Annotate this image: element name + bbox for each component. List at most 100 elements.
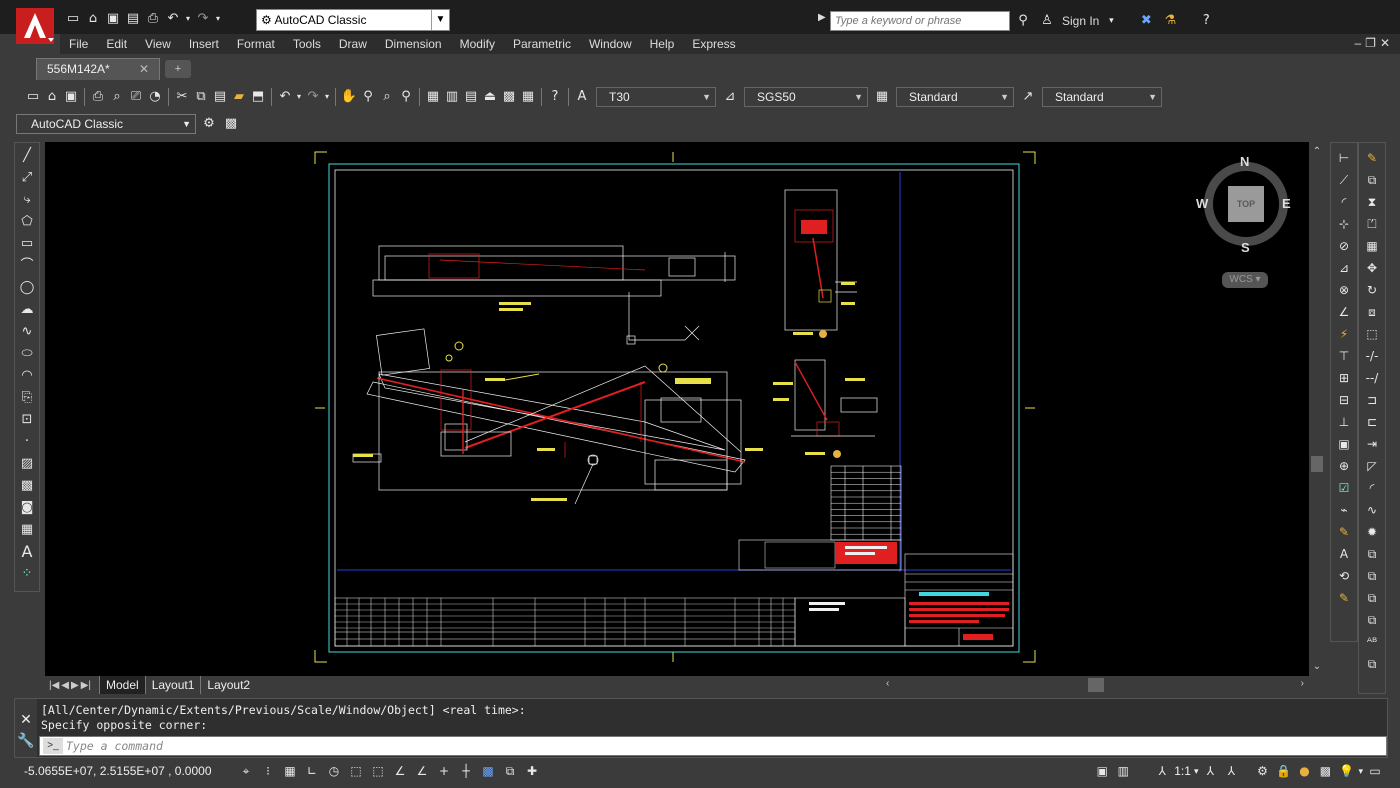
compass-south[interactable]: S — [1241, 240, 1250, 255]
circle-icon[interactable]: ◯ — [17, 279, 37, 298]
chevron-down-icon[interactable]: ▼ — [431, 10, 449, 30]
scroll-right-icon[interactable]: › — [1301, 678, 1304, 689]
menu-window[interactable]: Window — [580, 34, 641, 54]
open-icon[interactable]: ⌂ — [84, 10, 102, 28]
open-icon[interactable]: ⌂ — [43, 88, 61, 106]
annotation-scale[interactable]: 1:1 — [1174, 764, 1191, 778]
arc-icon[interactable]: ⌒ — [17, 257, 37, 276]
line-icon[interactable]: ╱ — [17, 147, 37, 166]
revision-cloud-icon[interactable]: ☁ — [17, 301, 37, 320]
new-tab-button[interactable]: + — [165, 60, 191, 78]
menu-dimension[interactable]: Dimension — [376, 34, 451, 54]
compass-west[interactable]: W — [1196, 196, 1208, 211]
compass-north[interactable]: N — [1240, 154, 1249, 169]
tool-palettes-icon[interactable]: ▤ — [462, 88, 480, 106]
undo-icon[interactable]: ↶ — [276, 88, 294, 106]
lineweight-icon[interactable]: ┼ — [456, 762, 476, 780]
dimension-space-icon[interactable]: ⊟ — [1334, 391, 1354, 410]
help-icon[interactable]: ? — [1197, 12, 1215, 30]
zoom-window-icon[interactable]: ⌕ — [378, 88, 396, 106]
notifications-icon[interactable]: 💡 — [1337, 762, 1355, 780]
drawing-area[interactable]: N S W E TOP WCS ▾ — [45, 142, 1309, 676]
trim-icon[interactable]: -/- — [1362, 347, 1382, 366]
linear-dimension-icon[interactable]: ⊢ — [1334, 149, 1354, 168]
text-style-icon[interactable]: A — [573, 88, 591, 106]
snap-mode-icon[interactable]: ⁝ — [258, 762, 278, 780]
break-at-point-icon[interactable]: ⊐ — [1362, 391, 1382, 410]
point-icon[interactable]: · — [17, 433, 37, 452]
search-expand-icon[interactable]: ▶ — [818, 12, 826, 23]
viewcube[interactable]: N S W E TOP WCS ▾ — [1196, 152, 1296, 292]
undo-dropdown-icon[interactable]: ▾ — [184, 10, 192, 28]
plot-icon[interactable]: ⎙ — [89, 88, 107, 106]
redo-icon[interactable]: ↷ — [304, 88, 322, 106]
3d-print-icon[interactable]: ◔ — [146, 88, 164, 106]
selection-cycling-icon[interactable]: ✚ — [522, 762, 542, 780]
construction-line-icon[interactable]: ⤢ — [17, 169, 37, 188]
file-tab[interactable]: 556M142A* ✕ — [36, 58, 160, 80]
transparency-icon[interactable]: ▩ — [478, 762, 498, 780]
workspace-select[interactable]: ⚙ AutoCAD Classic ▼ — [256, 9, 450, 31]
offset-icon[interactable]: ⏍ — [1362, 215, 1382, 234]
annotation-scale-dropdown-icon[interactable]: ▾ — [1194, 766, 1199, 777]
ellipse-arc-icon[interactable]: ◠ — [17, 367, 37, 386]
radius-dimension-icon[interactable]: ⊘ — [1334, 237, 1354, 256]
erase-icon[interactable]: ✎ — [1362, 149, 1382, 168]
polar-tracking-icon[interactable]: ◷ — [324, 762, 344, 780]
previous-layout-icon[interactable]: ◀ — [61, 680, 69, 691]
sheet-set-icon[interactable]: ⏏ — [481, 88, 499, 106]
vertical-scroll-thumb[interactable] — [1311, 456, 1323, 472]
save-as-icon[interactable]: ▤ — [124, 10, 142, 28]
tab-layout2[interactable]: Layout2 — [200, 676, 256, 694]
new-icon[interactable]: ▭ — [64, 10, 82, 28]
insert-block-icon[interactable]: ⎘ — [17, 389, 37, 408]
jogged-dimension-icon[interactable]: ⊿ — [1334, 259, 1354, 278]
save-icon[interactable]: ▣ — [104, 10, 122, 28]
cut-icon[interactable]: ✂ — [173, 88, 191, 106]
table-style-icon[interactable]: ▦ — [873, 88, 891, 106]
object-snap-icon[interactable]: ⬚ — [346, 762, 366, 780]
menu-modify[interactable]: Modify — [451, 34, 504, 54]
help-icon[interactable]: ? — [546, 88, 564, 106]
draw-order-front-icon[interactable]: ⧉ — [1362, 545, 1382, 564]
menu-tools[interactable]: Tools — [284, 34, 330, 54]
horizontal-scrollbar[interactable]: ‹ › — [880, 678, 1310, 692]
scroll-down-icon[interactable]: ⌄ — [1309, 661, 1325, 672]
dimension-text-edit-icon[interactable]: A — [1334, 545, 1354, 564]
search-input[interactable] — [830, 11, 1010, 31]
match-properties-icon[interactable]: ▰ — [230, 88, 248, 106]
hardware-acceleration-icon[interactable]: ● — [1295, 762, 1313, 780]
fillet-icon[interactable]: ◜ — [1362, 479, 1382, 498]
menu-file[interactable]: File — [60, 34, 97, 54]
zoom-realtime-icon[interactable]: ⚲ — [359, 88, 377, 106]
restore-icon[interactable]: ❐ — [1365, 36, 1380, 50]
diameter-dimension-icon[interactable]: ⊗ — [1334, 281, 1354, 300]
tolerance-icon[interactable]: ▣ — [1334, 435, 1354, 454]
baseline-dimension-icon[interactable]: ⊤ — [1334, 347, 1354, 366]
menu-view[interactable]: View — [136, 34, 180, 54]
draw-order-back-icon[interactable]: ⧉ — [1362, 567, 1382, 586]
mirror-icon[interactable]: ⧗ — [1362, 193, 1382, 212]
design-center-icon[interactable]: ▥ — [443, 88, 461, 106]
continue-dimension-icon[interactable]: ⊞ — [1334, 369, 1354, 388]
workspace-combo[interactable]: AutoCAD Classic ▼ — [16, 114, 196, 134]
binoculars-icon[interactable]: ⚲ — [1014, 12, 1032, 30]
vertical-scrollbar[interactable]: ⌃ ⌄ — [1309, 142, 1325, 676]
aligned-dimension-icon[interactable]: ⟋ — [1334, 171, 1354, 190]
publish-icon[interactable]: ⎚ — [127, 88, 145, 106]
region-icon[interactable]: ◙ — [17, 499, 37, 518]
customize-command-icon[interactable]: 🔧 — [17, 732, 34, 749]
undo-dropdown-icon[interactable]: ▾ — [295, 88, 303, 106]
sign-in-dropdown-icon[interactable]: ▾ — [1105, 12, 1117, 30]
move-icon[interactable]: ✥ — [1362, 259, 1382, 278]
rotate-icon[interactable]: ↻ — [1362, 281, 1382, 300]
customize-icon[interactable]: ▩ — [222, 115, 240, 133]
autodesk-360-icon[interactable]: ⚗ — [1161, 12, 1179, 30]
ordinate-dimension-icon[interactable]: ⊹ — [1334, 215, 1354, 234]
dimension-style-icon[interactable]: ✎ — [1334, 589, 1354, 608]
scroll-left-icon[interactable]: ‹ — [886, 678, 889, 689]
lock-ui-icon[interactable]: 🔒 — [1274, 762, 1292, 780]
text-front-icon[interactable]: ᴬᴮ — [1362, 633, 1382, 652]
menu-help[interactable]: Help — [641, 34, 684, 54]
array-icon[interactable]: ▦ — [1362, 237, 1382, 256]
